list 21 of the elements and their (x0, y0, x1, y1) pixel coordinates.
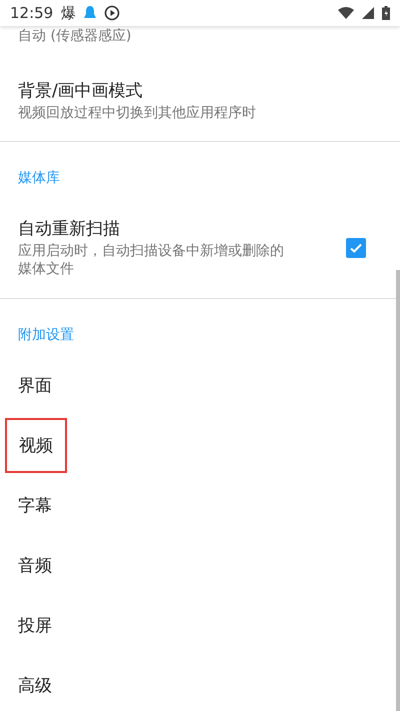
notification-glyph: 爆 (61, 4, 76, 22)
setting-item[interactable]: 投屏 (18, 614, 52, 636)
setting-summary: 自动 (传感器感应) (17, 27, 132, 46)
setting-title: 自动重新扫描 (18, 218, 121, 240)
battery-icon (382, 6, 390, 20)
status-time: 12:59 (10, 4, 54, 22)
setting-item[interactable]: 高级 (18, 674, 52, 696)
section-header: 媒体库 (17, 169, 61, 188)
setting-summary: 应用启动时，自动扫描设备中新增或删除的媒体文件 (18, 242, 285, 278)
checkbox[interactable] (346, 238, 366, 258)
check-icon (349, 241, 363, 255)
section-header: 附加设置 (17, 326, 75, 345)
setting-item[interactable]: 字幕 (18, 494, 52, 516)
setting-title: 背景/画中画模式 (18, 80, 144, 102)
setting-item[interactable]: 视频 (5, 418, 67, 472)
setting-item[interactable]: 界面 (18, 374, 52, 396)
signal-icon (362, 7, 374, 19)
play-circle-icon (104, 5, 120, 21)
wifi-icon (338, 7, 354, 19)
setting-summary: 视频回放过程中切换到其他应用程序时 (18, 104, 257, 122)
setting-item[interactable]: 音频 (18, 554, 52, 576)
